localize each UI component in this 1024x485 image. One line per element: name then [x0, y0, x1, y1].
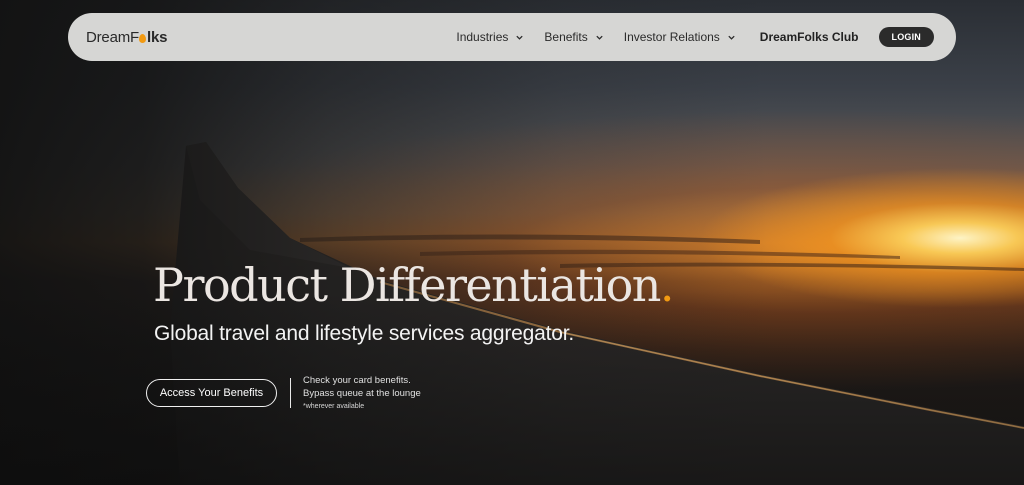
hero-background	[0, 0, 1024, 485]
chevron-down-icon	[728, 35, 735, 40]
nav-item-label: Investor Relations	[623, 30, 720, 44]
nav-link-dreamfolks-club[interactable]: DreamFolks Club	[760, 30, 859, 44]
dreamfolks-logo[interactable]: DreamF lks	[86, 29, 167, 46]
note-line-2: Bypass queue at the lounge	[303, 388, 421, 399]
hero-headline: Product Differentiation.	[153, 262, 675, 308]
nav-item-benefits[interactable]: Benefits	[544, 30, 603, 44]
nav-menu: Industries Benefits Investor Relations D…	[456, 27, 934, 47]
hero-subheadline: Global travel and lifestyle services agg…	[154, 322, 574, 345]
chevron-down-icon	[596, 35, 603, 40]
access-benefits-button[interactable]: Access Your Benefits	[146, 379, 277, 407]
cta-divider	[290, 378, 291, 408]
top-navbar: DreamF lks Industries Benefits Investor R…	[68, 13, 956, 61]
chevron-down-icon	[516, 35, 524, 40]
note-line-1: Check your card benefits.	[303, 375, 411, 386]
logo-text-right: lks	[146, 28, 168, 46]
hero-headline-text: Product Differentiation	[153, 258, 661, 312]
benefits-note: Check your card benefits. Bypass queue a…	[303, 374, 421, 412]
nav-item-investor-relations[interactable]: Investor Relations	[624, 30, 736, 44]
nav-item-industries[interactable]: Industries	[456, 30, 524, 44]
logo-text-left: DreamF	[86, 28, 139, 46]
nav-item-label: Benefits	[544, 30, 588, 44]
nav-item-label: Industries	[456, 30, 509, 44]
login-button[interactable]: LOGIN	[878, 27, 934, 47]
note-footnote: *wherever available	[303, 403, 365, 410]
hero-headline-dot: .	[659, 258, 675, 312]
logo-drop-icon	[139, 33, 147, 43]
